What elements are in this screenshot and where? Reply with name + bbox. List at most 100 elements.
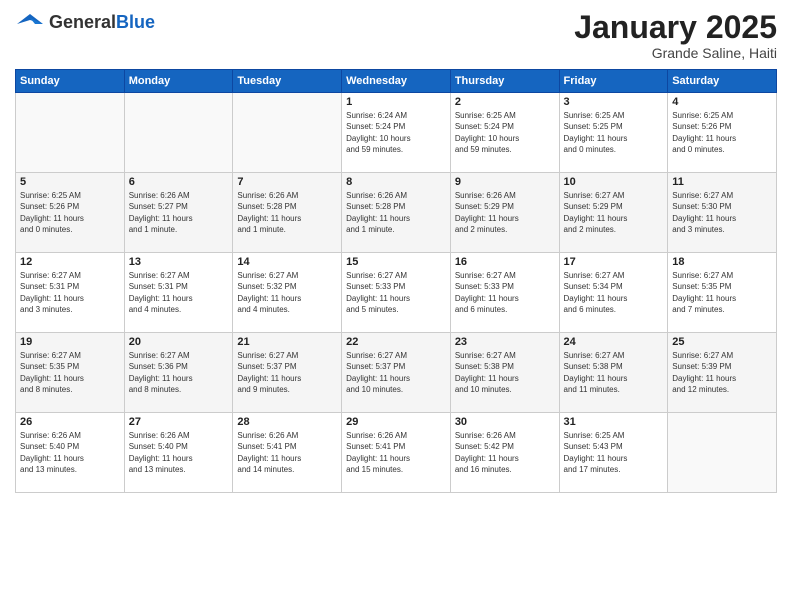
day-info: Sunrise: 6:25 AM Sunset: 5:25 PM Dayligh… <box>564 110 664 155</box>
logo-general: General <box>49 12 116 32</box>
calendar-week-row: 5 Sunrise: 6:25 AM Sunset: 5:26 PM Daylig… <box>16 173 777 253</box>
day-number: 11 <box>672 176 772 188</box>
day-info: Sunrise: 6:25 AM Sunset: 5:24 PM Dayligh… <box>455 110 555 155</box>
day-info: Sunrise: 6:27 AM Sunset: 5:38 PM Dayligh… <box>455 350 555 395</box>
table-row: 8Sunrise: 6:26 AM Sunset: 5:28 PM Daylig… <box>342 173 451 253</box>
day-number: 31 <box>564 416 664 428</box>
table-row: 17 Sunrise: 6:27 AM Sunset: 5:34 PM Dayli… <box>559 253 668 333</box>
day-number: 28 <box>237 416 337 428</box>
table-row: 21Sunrise: 6:27 AM Sunset: 5:37 PM Dayli… <box>233 333 342 413</box>
table-row: 9 Sunrise: 6:26 AM Sunset: 5:29 PM Daylig… <box>450 173 559 253</box>
table-row: 28Sunrise: 6:26 AM Sunset: 5:41 PM Dayli… <box>233 413 342 493</box>
table-row: 18Sunrise: 6:27 AM Sunset: 5:35 PM Dayli… <box>668 253 777 333</box>
day-number: 22 <box>346 336 446 348</box>
location-subtitle: Grande Saline, Haiti <box>574 45 777 61</box>
day-info: Sunrise: 6:25 AM Sunset: 5:26 PM Dayligh… <box>672 110 772 155</box>
table-row: 31 Sunrise: 6:25 AM Sunset: 5:43 PM Dayli… <box>559 413 668 493</box>
col-friday: Friday <box>559 70 668 93</box>
table-row: 20Sunrise: 6:27 AM Sunset: 5:36 PM Dayli… <box>124 333 233 413</box>
calendar-week-row: 19 Sunrise: 6:27 AM Sunset: 5:35 PM Dayli… <box>16 333 777 413</box>
day-number: 2 <box>455 96 555 108</box>
logo-bird-icon <box>15 10 45 34</box>
day-number: 9 <box>455 176 555 188</box>
day-number: 23 <box>455 336 555 348</box>
day-number: 12 <box>20 256 120 268</box>
table-row: 16Sunrise: 6:27 AM Sunset: 5:33 PM Dayli… <box>450 253 559 333</box>
title-block: January 2025 Grande Saline, Haiti <box>574 10 777 61</box>
day-number: 10 <box>564 176 664 188</box>
day-number: 21 <box>237 336 337 348</box>
day-info: Sunrise: 6:26 AM Sunset: 5:40 PM Dayligh… <box>20 430 120 475</box>
table-row: 24 Sunrise: 6:27 AM Sunset: 5:38 PM Dayli… <box>559 333 668 413</box>
day-number: 4 <box>672 96 772 108</box>
table-row: 19 Sunrise: 6:27 AM Sunset: 5:35 PM Dayli… <box>16 333 125 413</box>
day-info: Sunrise: 6:24 AM Sunset: 5:24 PM Dayligh… <box>346 110 446 155</box>
day-info: Sunrise: 6:26 AM Sunset: 5:42 PM Dayligh… <box>455 430 555 475</box>
table-row: 27Sunrise: 6:26 AM Sunset: 5:40 PM Dayli… <box>124 413 233 493</box>
day-info: Sunrise: 6:26 AM Sunset: 5:27 PM Dayligh… <box>129 190 229 235</box>
day-number: 7 <box>237 176 337 188</box>
table-row <box>233 93 342 173</box>
day-number: 1 <box>346 96 446 108</box>
col-tuesday: Tuesday <box>233 70 342 93</box>
col-saturday: Saturday <box>668 70 777 93</box>
day-number: 26 <box>20 416 120 428</box>
day-info: Sunrise: 6:27 AM Sunset: 5:31 PM Dayligh… <box>129 270 229 315</box>
calendar-header-row: Sunday Monday Tuesday Wednesday Thursday… <box>16 70 777 93</box>
day-number: 29 <box>346 416 446 428</box>
day-info: Sunrise: 6:26 AM Sunset: 5:28 PM Dayligh… <box>237 190 337 235</box>
col-thursday: Thursday <box>450 70 559 93</box>
day-info: Sunrise: 6:27 AM Sunset: 5:33 PM Dayligh… <box>346 270 446 315</box>
page: GeneralBlue January 2025 Grande Saline, … <box>0 0 792 612</box>
table-row <box>124 93 233 173</box>
table-row: 2 Sunrise: 6:25 AM Sunset: 5:24 PM Daylig… <box>450 93 559 173</box>
table-row: 5 Sunrise: 6:25 AM Sunset: 5:26 PM Daylig… <box>16 173 125 253</box>
table-row: 1 Sunrise: 6:24 AM Sunset: 5:24 PM Daylig… <box>342 93 451 173</box>
table-row: 14Sunrise: 6:27 AM Sunset: 5:32 PM Dayli… <box>233 253 342 333</box>
day-number: 5 <box>20 176 120 188</box>
day-info: Sunrise: 6:26 AM Sunset: 5:41 PM Dayligh… <box>346 430 446 475</box>
day-number: 8 <box>346 176 446 188</box>
day-number: 6 <box>129 176 229 188</box>
table-row: 30Sunrise: 6:26 AM Sunset: 5:42 PM Dayli… <box>450 413 559 493</box>
day-info: Sunrise: 6:27 AM Sunset: 5:38 PM Dayligh… <box>564 350 664 395</box>
day-number: 25 <box>672 336 772 348</box>
calendar-week-row: 1 Sunrise: 6:24 AM Sunset: 5:24 PM Daylig… <box>16 93 777 173</box>
day-info: Sunrise: 6:27 AM Sunset: 5:31 PM Dayligh… <box>20 270 120 315</box>
day-info: Sunrise: 6:27 AM Sunset: 5:30 PM Dayligh… <box>672 190 772 235</box>
calendar-week-row: 12 Sunrise: 6:27 AM Sunset: 5:31 PM Dayli… <box>16 253 777 333</box>
table-row: 6 Sunrise: 6:26 AM Sunset: 5:27 PM Daylig… <box>124 173 233 253</box>
day-info: Sunrise: 6:25 AM Sunset: 5:26 PM Dayligh… <box>20 190 120 235</box>
table-row: 4 Sunrise: 6:25 AM Sunset: 5:26 PM Daylig… <box>668 93 777 173</box>
day-info: Sunrise: 6:26 AM Sunset: 5:29 PM Dayligh… <box>455 190 555 235</box>
day-number: 20 <box>129 336 229 348</box>
day-number: 18 <box>672 256 772 268</box>
day-number: 14 <box>237 256 337 268</box>
table-row <box>16 93 125 173</box>
month-title: January 2025 <box>574 10 777 45</box>
day-info: Sunrise: 6:27 AM Sunset: 5:33 PM Dayligh… <box>455 270 555 315</box>
logo-blue: Blue <box>116 12 155 32</box>
table-row: 10 Sunrise: 6:27 AM Sunset: 5:29 PM Dayli… <box>559 173 668 253</box>
table-row: 13 Sunrise: 6:27 AM Sunset: 5:31 PM Dayli… <box>124 253 233 333</box>
calendar-table: Sunday Monday Tuesday Wednesday Thursday… <box>15 69 777 493</box>
table-row: 26 Sunrise: 6:26 AM Sunset: 5:40 PM Dayli… <box>16 413 125 493</box>
col-monday: Monday <box>124 70 233 93</box>
day-info: Sunrise: 6:27 AM Sunset: 5:29 PM Dayligh… <box>564 190 664 235</box>
day-info: Sunrise: 6:25 AM Sunset: 5:43 PM Dayligh… <box>564 430 664 475</box>
calendar-week-row: 26 Sunrise: 6:26 AM Sunset: 5:40 PM Dayli… <box>16 413 777 493</box>
day-number: 17 <box>564 256 664 268</box>
day-number: 13 <box>129 256 229 268</box>
table-row: 23 Sunrise: 6:27 AM Sunset: 5:38 PM Dayli… <box>450 333 559 413</box>
table-row: 11 Sunrise: 6:27 AM Sunset: 5:30 PM Dayli… <box>668 173 777 253</box>
day-number: 19 <box>20 336 120 348</box>
day-info: Sunrise: 6:27 AM Sunset: 5:35 PM Dayligh… <box>20 350 120 395</box>
table-row: 29 Sunrise: 6:26 AM Sunset: 5:41 PM Dayli… <box>342 413 451 493</box>
col-sunday: Sunday <box>16 70 125 93</box>
table-row: 15Sunrise: 6:27 AM Sunset: 5:33 PM Dayli… <box>342 253 451 333</box>
table-row: 7 Sunrise: 6:26 AM Sunset: 5:28 PM Daylig… <box>233 173 342 253</box>
table-row: 12 Sunrise: 6:27 AM Sunset: 5:31 PM Dayli… <box>16 253 125 333</box>
day-number: 24 <box>564 336 664 348</box>
day-info: Sunrise: 6:27 AM Sunset: 5:37 PM Dayligh… <box>346 350 446 395</box>
day-info: Sunrise: 6:27 AM Sunset: 5:34 PM Dayligh… <box>564 270 664 315</box>
